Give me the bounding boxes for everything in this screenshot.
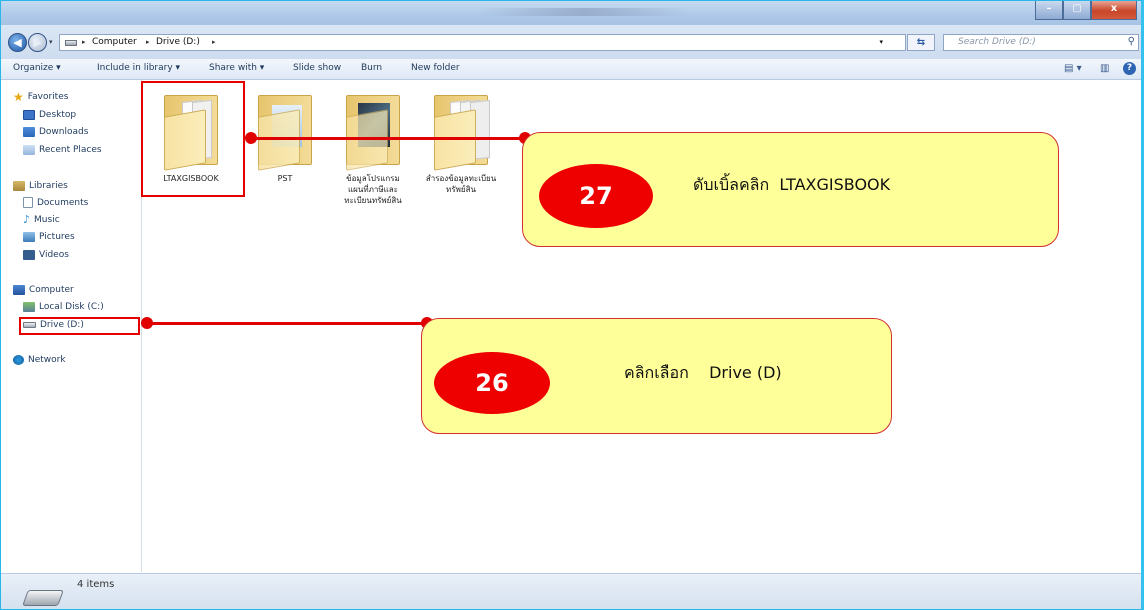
organize-menu[interactable]: Organize ▾	[13, 63, 61, 73]
navigation-pane: ★ Favorites Desktop Downloads Recent Pla…	[1, 80, 142, 572]
view-options-icon[interactable]: ▤ ▾	[1064, 63, 1082, 74]
callout-26: 26 คลิกเลือก Drive (D)	[421, 318, 892, 434]
pictures-icon	[23, 232, 35, 242]
folder-icon	[340, 87, 406, 171]
maximize-button[interactable]: ▢	[1063, 1, 1091, 20]
nav-recent-places[interactable]: Recent Places	[23, 145, 102, 155]
nav-favorites[interactable]: ★ Favorites	[13, 90, 69, 104]
minimize-button[interactable]: –	[1035, 1, 1063, 20]
videos-icon	[23, 250, 35, 260]
network-icon	[13, 355, 24, 365]
nav-local-disk-c[interactable]: Local Disk (C:)	[23, 302, 104, 312]
refresh-button[interactable]: ⇆	[907, 34, 935, 51]
drive-icon	[65, 40, 77, 46]
forward-button[interactable]: ▶	[28, 33, 47, 52]
callout-27-connector	[251, 137, 525, 140]
search-input[interactable]: Search Drive (D:) ⚲	[943, 34, 1139, 51]
nav-label: Local Disk (C:)	[39, 302, 104, 312]
recent-pages-dropdown[interactable]: ▾	[49, 38, 53, 46]
star-icon: ★	[13, 90, 24, 104]
slide-show-button[interactable]: Slide show	[293, 63, 341, 73]
callout-26-connector	[147, 322, 427, 325]
nav-documents[interactable]: Documents	[23, 197, 88, 208]
callout-27-dot-start	[245, 132, 257, 144]
nav-label: Documents	[37, 197, 89, 208]
nav-label: Computer	[29, 285, 74, 295]
nav-pictures[interactable]: Pictures	[23, 232, 75, 242]
local-disk-icon	[23, 302, 35, 312]
folder-name: PST	[277, 174, 293, 183]
preview-pane-icon[interactable]: ▥	[1100, 63, 1109, 74]
breadcrumb-separator[interactable]: ▸	[146, 35, 150, 50]
close-button[interactable]: x	[1091, 1, 1137, 20]
step-27-text: ดับเบิ้ลคลิก LTAXGISBOOK	[693, 175, 891, 194]
breadcrumb-computer[interactable]: Computer	[92, 35, 137, 50]
libraries-icon	[13, 181, 25, 191]
nav-network[interactable]: Network	[13, 355, 66, 365]
folder-icon	[428, 87, 494, 171]
breadcrumb-separator[interactable]: ▸	[212, 35, 216, 50]
help-icon[interactable]: ?	[1123, 62, 1136, 75]
drive-d-highlight	[19, 317, 140, 335]
item-count: 4 items	[77, 579, 115, 590]
nav-label: Downloads	[39, 127, 89, 137]
folder-icon	[252, 87, 318, 171]
computer-icon	[13, 285, 25, 295]
share-with-menu[interactable]: Share with ▾	[209, 63, 264, 73]
nav-label: Libraries	[29, 181, 68, 191]
nav-label: Favorites	[27, 92, 69, 102]
folder-name: ข้อมูลโปรแกรม แผนที่ภาษีและ ทะเบียนทรัพย…	[344, 174, 402, 205]
recent-places-icon	[23, 145, 35, 155]
status-bar: 4 items	[1, 573, 1141, 609]
step-26-badge: 26	[434, 352, 550, 414]
explorer-window: – ▢ x ◀ ▶ ▾ ▸ Computer ▸ Drive (D:) ▸ ▾ …	[0, 0, 1144, 610]
nav-label: Recent Places	[39, 145, 102, 155]
title-bar: – ▢ x	[1, 1, 1141, 25]
downloads-icon	[23, 127, 35, 137]
breadcrumb-drive-d[interactable]: Drive (D:)	[156, 35, 200, 50]
include-in-library-menu[interactable]: Include in library ▾	[97, 63, 180, 73]
nav-downloads[interactable]: Downloads	[23, 127, 88, 137]
search-icon[interactable]: ⚲	[1128, 36, 1135, 47]
address-bar[interactable]: ▸ Computer ▸ Drive (D:) ▸ ▾	[59, 34, 906, 51]
folder-program-data[interactable]: ข้อมูลโปรแกรม แผนที่ภาษีและ ทะเบียนทรัพย…	[331, 87, 415, 206]
nav-computer[interactable]: Computer	[13, 285, 74, 295]
nav-desktop[interactable]: Desktop	[23, 110, 76, 120]
burn-button[interactable]: Burn	[361, 63, 382, 73]
nav-libraries[interactable]: Libraries	[13, 181, 68, 191]
step-27-badge: 27	[539, 164, 653, 228]
address-dropdown-icon[interactable]: ▾	[879, 35, 883, 50]
drive-icon	[22, 590, 64, 606]
window-controls: – ▢ x	[1035, 1, 1137, 20]
callout-27: 27 ดับเบิ้ลคลิก LTAXGISBOOK	[522, 132, 1059, 247]
documents-icon	[23, 197, 33, 208]
nav-label: Desktop	[39, 110, 77, 120]
search-placeholder: Search Drive (D:)	[958, 37, 1036, 47]
nav-label: Pictures	[39, 232, 75, 242]
step-26-text: คลิกเลือก Drive (D)	[624, 363, 782, 382]
nav-label: Videos	[39, 250, 69, 260]
back-button[interactable]: ◀	[8, 33, 27, 52]
callout-26-dot-start	[141, 317, 153, 329]
nav-label: Network	[28, 355, 66, 365]
music-icon: ♪	[23, 213, 31, 226]
folder-pst[interactable]: PST	[247, 87, 323, 184]
desktop-icon	[23, 110, 35, 120]
ltaxgisbook-highlight	[141, 81, 245, 197]
address-row: ◀ ▶ ▾ ▸ Computer ▸ Drive (D:) ▸ ▾ ⇆ Sear…	[1, 25, 1141, 59]
folder-asset-backup[interactable]: สำรองข้อมูลทะเบียน ทรัพย์สิน	[417, 87, 505, 195]
nav-label: Music	[34, 215, 60, 225]
nav-videos[interactable]: Videos	[23, 250, 69, 260]
window-title	[479, 8, 689, 16]
command-bar: Organize ▾ Include in library ▾ Share wi…	[1, 59, 1141, 80]
new-folder-button[interactable]: New folder	[411, 63, 460, 73]
folder-name: สำรองข้อมูลทะเบียน ทรัพย์สิน	[425, 174, 497, 194]
nav-music[interactable]: ♪ Music	[23, 213, 60, 226]
breadcrumb-separator[interactable]: ▸	[82, 35, 86, 50]
